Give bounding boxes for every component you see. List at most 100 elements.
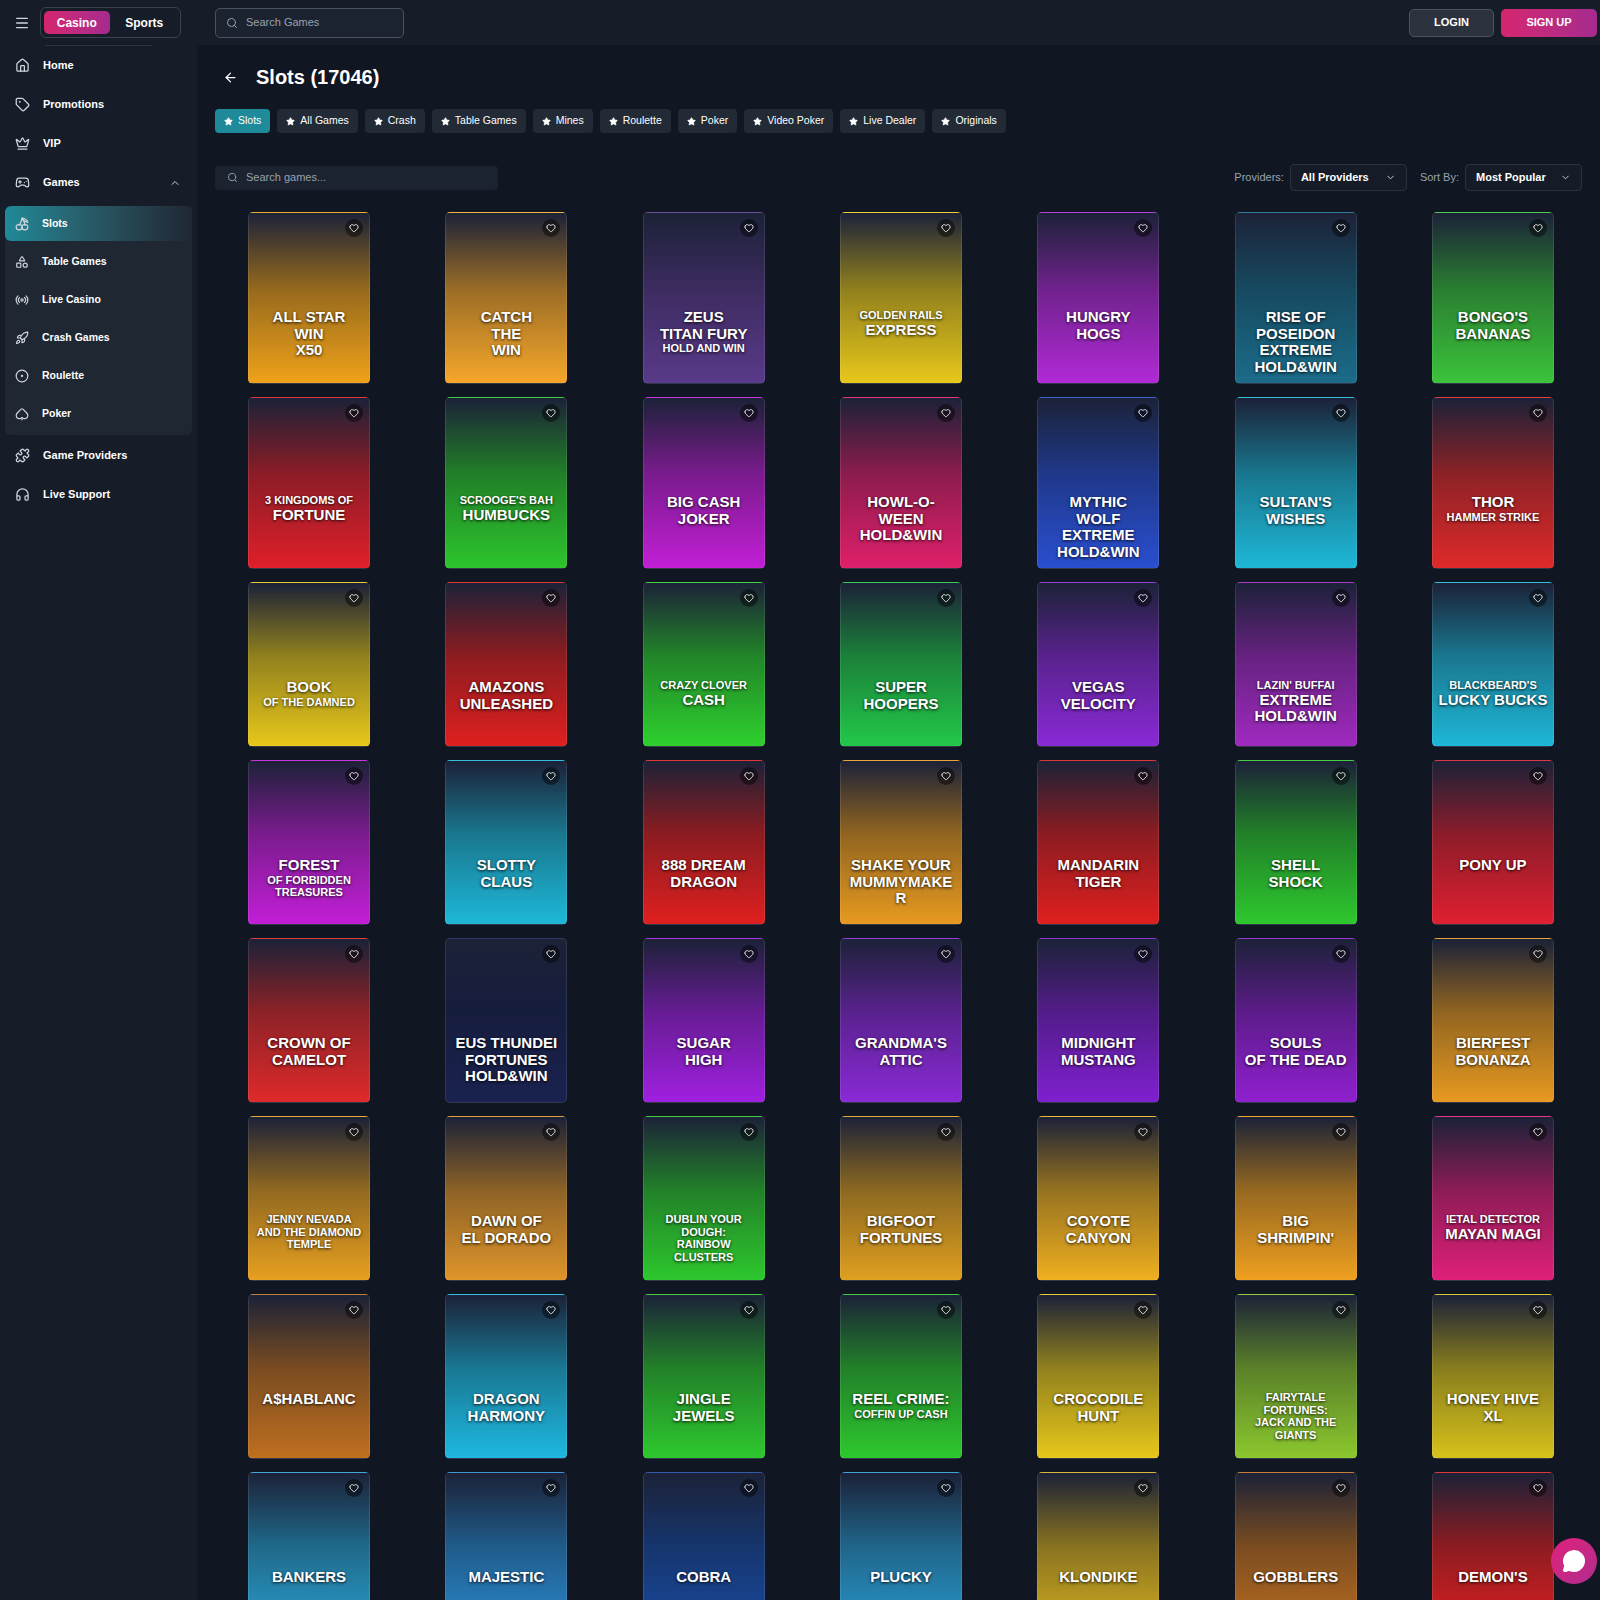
game-tile[interactable]: BANKERS	[248, 1472, 370, 1600]
game-tile[interactable]: JENNY NEVADAAND THE DIAMOND TEMPLE	[248, 1116, 370, 1281]
favorite-button[interactable]	[345, 404, 363, 422]
favorite-button[interactable]	[1332, 767, 1350, 785]
sidebar-subitem[interactable]: Crash Games	[5, 320, 192, 355]
favorite-button[interactable]	[1332, 404, 1350, 422]
favorite-button[interactable]	[1134, 767, 1152, 785]
game-tile[interactable]: SHAKE YOURMUMMYMAKER	[840, 760, 962, 925]
favorite-button[interactable]	[740, 945, 758, 963]
filter-chip[interactable]: Mines	[533, 109, 593, 133]
game-tile[interactable]: ZEUSTITAN FURYHOLD AND WIN	[643, 212, 765, 384]
favorite-button[interactable]	[740, 589, 758, 607]
sort-dropdown[interactable]: Most Popular	[1465, 164, 1582, 191]
games-search[interactable]: Search games...	[215, 166, 498, 190]
game-tile[interactable]: BONGO'SBANANAS	[1432, 212, 1554, 384]
live-chat-button[interactable]	[1551, 1538, 1597, 1584]
game-tile[interactable]: MYTHICWOLFEXTREMEHOLD&WIN	[1037, 397, 1159, 569]
favorite-button[interactable]	[1134, 404, 1152, 422]
game-tile[interactable]: THORHAMMER STRIKE	[1432, 397, 1554, 569]
filter-chip[interactable]: Originals	[932, 109, 1005, 133]
game-tile[interactable]: IETAL DETECTORMAYAN MAGI	[1432, 1116, 1554, 1281]
favorite-button[interactable]	[542, 404, 560, 422]
favorite-button[interactable]	[937, 767, 955, 785]
favorite-button[interactable]	[542, 945, 560, 963]
filter-chip[interactable]: Crash	[365, 109, 425, 133]
favorite-button[interactable]	[1134, 1479, 1152, 1497]
game-tile[interactable]: BIGSHRIMPIN'	[1235, 1116, 1357, 1281]
game-tile[interactable]: EUS THUNDEIFORTUNESHOLD&WIN	[445, 938, 567, 1103]
favorite-button[interactable]	[1332, 1301, 1350, 1319]
game-tile[interactable]: DUBLIN YOUR DOUGH:RAINBOW CLUSTERS	[643, 1116, 765, 1281]
game-tile[interactable]: CRAZY CLOVERCASH	[643, 582, 765, 747]
favorite-button[interactable]	[1332, 945, 1350, 963]
filter-chip[interactable]: Roulette	[600, 109, 671, 133]
sidebar-subitem[interactable]: Poker	[5, 396, 192, 431]
favorite-button[interactable]	[740, 404, 758, 422]
favorite-button[interactable]	[345, 767, 363, 785]
game-tile[interactable]: COYOTECANYON	[1037, 1116, 1159, 1281]
sidebar-item[interactable]: Home	[0, 46, 197, 85]
favorite-button[interactable]	[740, 1301, 758, 1319]
signup-button[interactable]: SIGN UP	[1501, 9, 1597, 37]
game-tile[interactable]: REEL CRIME:COFFIN UP CASH	[840, 1294, 962, 1459]
game-tile[interactable]: AMAZONSUNLEASHED	[445, 582, 567, 747]
favorite-button[interactable]	[1529, 1301, 1547, 1319]
favorite-button[interactable]	[1529, 1479, 1547, 1497]
favorite-button[interactable]	[542, 1479, 560, 1497]
game-tile[interactable]: CROWN OFCAMELOT	[248, 938, 370, 1103]
favorite-button[interactable]	[345, 589, 363, 607]
game-tile[interactable]: JINGLEJEWELS	[643, 1294, 765, 1459]
filter-chip[interactable]: Video Poker	[744, 109, 833, 133]
game-tile[interactable]: A$HABLANC	[248, 1294, 370, 1459]
game-tile[interactable]: SOULSOF THE DEAD	[1235, 938, 1357, 1103]
sidebar-subitem[interactable]: Roulette	[5, 358, 192, 393]
game-tile[interactable]: DRAGONHARMONY	[445, 1294, 567, 1459]
sidebar-item[interactable]: Promotions	[0, 85, 197, 124]
game-tile[interactable]: SUGARHIGH	[643, 938, 765, 1103]
game-tile[interactable]: BLACKBEARD'SLUCKY BUCKS	[1432, 582, 1554, 747]
favorite-button[interactable]	[1134, 1301, 1152, 1319]
game-tile[interactable]: BIG CASHJOKER	[643, 397, 765, 569]
favorite-button[interactable]	[740, 1123, 758, 1141]
game-tile[interactable]: BOOKOF THE DAMNED	[248, 582, 370, 747]
game-tile[interactable]: DEMON'S	[1432, 1472, 1554, 1600]
game-tile[interactable]: BIERFESTBONANZA	[1432, 938, 1554, 1103]
game-tile[interactable]: MANDARINTIGER	[1037, 760, 1159, 925]
favorite-button[interactable]	[542, 1301, 560, 1319]
mode-toggle-option[interactable]: Casino	[44, 11, 110, 34]
sidebar-subitem[interactable]: Slots	[5, 206, 192, 241]
favorite-button[interactable]	[1332, 219, 1350, 237]
filter-chip[interactable]: Table Games	[432, 109, 526, 133]
sidebar-item[interactable]: Live Support	[0, 475, 197, 514]
game-tile[interactable]: MAJESTIC	[445, 1472, 567, 1600]
sidebar-item[interactable]: Game Providers	[0, 436, 197, 475]
sidebar-item[interactable]: VIP	[0, 124, 197, 163]
game-tile[interactable]: GOLDEN RAILSEXPRESS	[840, 212, 962, 384]
sidebar-subitem[interactable]: Table Games	[5, 244, 192, 279]
game-tile[interactable]: 3 KINGDOMS OFFORTUNE	[248, 397, 370, 569]
game-tile[interactable]: KLONDIKE	[1037, 1472, 1159, 1600]
favorite-button[interactable]	[1529, 767, 1547, 785]
favorite-button[interactable]	[542, 589, 560, 607]
game-tile[interactable]: PLUCKY	[840, 1472, 962, 1600]
favorite-button[interactable]	[937, 1479, 955, 1497]
sidebar-item[interactable]: Games	[0, 163, 197, 202]
game-tile[interactable]: SLOTTYCLAUS	[445, 760, 567, 925]
favorite-button[interactable]	[1134, 945, 1152, 963]
favorite-button[interactable]	[1332, 1123, 1350, 1141]
favorite-button[interactable]	[740, 1479, 758, 1497]
filter-chip[interactable]: Slots	[215, 109, 270, 133]
favorite-button[interactable]	[937, 1123, 955, 1141]
game-tile[interactable]: PONY UP	[1432, 760, 1554, 925]
favorite-button[interactable]	[345, 1479, 363, 1497]
favorite-button[interactable]	[1134, 1123, 1152, 1141]
game-tile[interactable]: COBRA	[643, 1472, 765, 1600]
favorite-button[interactable]	[1134, 589, 1152, 607]
favorite-button[interactable]	[937, 1301, 955, 1319]
login-button[interactable]: LOGIN	[1409, 9, 1494, 37]
favorite-button[interactable]	[542, 219, 560, 237]
game-tile[interactable]: 888 DREAMDRAGON	[643, 760, 765, 925]
game-tile[interactable]: HUNGRYHOGS	[1037, 212, 1159, 384]
game-tile[interactable]: HOWL-O-WEENHOLD&WIN	[840, 397, 962, 569]
filter-chip[interactable]: Poker	[678, 109, 737, 133]
favorite-button[interactable]	[937, 945, 955, 963]
